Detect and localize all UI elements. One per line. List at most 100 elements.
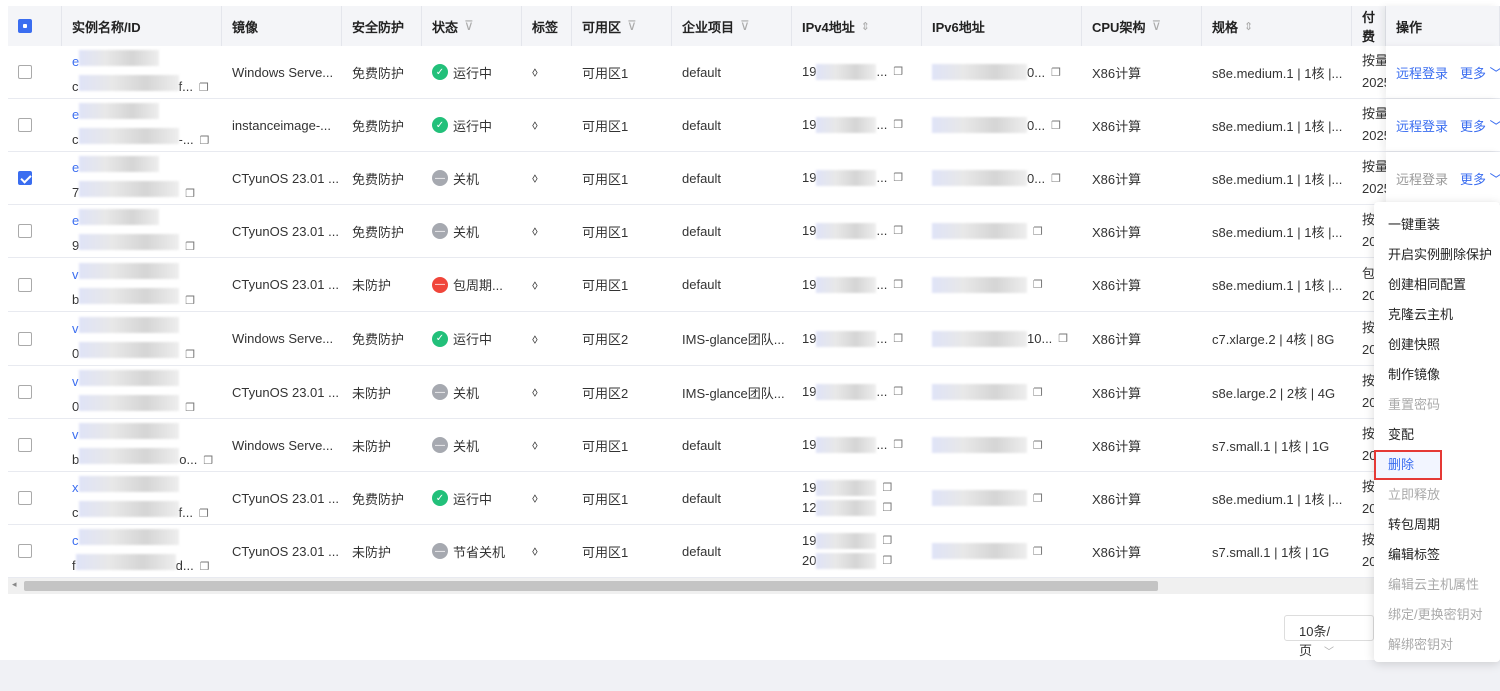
copy-icon[interactable]: ❐ <box>185 188 195 200</box>
instance-name-link[interactable]: e <box>72 50 160 69</box>
copy-icon[interactable]: ❐ <box>893 382 903 402</box>
tag-icon[interactable]: ⬨ <box>532 437 538 453</box>
tag-icon[interactable]: ⬨ <box>532 543 538 559</box>
row-checkbox[interactable] <box>18 385 32 399</box>
column-header[interactable]: 付费 <box>1352 6 1386 46</box>
filter-icon[interactable]: ⊽ <box>740 18 750 34</box>
copy-icon[interactable]: ❐ <box>1051 66 1061 79</box>
more-dropdown[interactable]: 更多 ﹀ <box>1460 169 1500 188</box>
column-header[interactable]: CPU架构 ⊽ <box>1082 6 1202 46</box>
instance-name-link[interactable]: v <box>72 370 179 389</box>
more-label[interactable]: 更多 <box>1460 66 1486 81</box>
more-dropdown[interactable]: 更多 ﹀ <box>1460 116 1500 135</box>
copy-icon[interactable]: ❐ <box>199 508 209 520</box>
copy-icon[interactable]: ❐ <box>1033 439 1043 452</box>
filter-icon[interactable]: ⊽ <box>1151 18 1161 34</box>
copy-icon[interactable]: ❐ <box>893 62 903 82</box>
column-header[interactable]: 可用区 ⊽ <box>572 6 672 46</box>
row-checkbox[interactable] <box>18 224 32 238</box>
column-header[interactable]: 操作 <box>1386 6 1500 46</box>
row-checkbox[interactable] <box>18 277 32 292</box>
instance-name-link[interactable]: x <box>72 476 179 495</box>
copy-icon[interactable]: ❐ <box>893 168 903 188</box>
copy-icon[interactable]: ❐ <box>185 349 195 361</box>
copy-icon[interactable]: ❐ <box>1033 386 1043 399</box>
tag-icon[interactable]: ⬨ <box>532 490 538 506</box>
column-header[interactable]: 状态 ⊽ <box>422 6 522 46</box>
instance-name[interactable]: e <box>72 107 79 122</box>
select-all-checkbox[interactable] <box>18 19 32 33</box>
copy-icon[interactable]: ❐ <box>185 402 195 414</box>
column-header[interactable]: IPv4地址 ⇕ <box>792 6 922 46</box>
row-checkbox[interactable] <box>18 544 32 558</box>
copy-icon[interactable]: ❐ <box>1033 225 1043 238</box>
copy-icon[interactable]: ❐ <box>1051 119 1061 132</box>
filter-icon[interactable]: ⊽ <box>627 18 637 34</box>
copy-icon[interactable]: ❐ <box>185 241 195 253</box>
row-checkbox[interactable] <box>18 65 32 79</box>
copy-icon[interactable]: ❐ <box>882 531 892 551</box>
sort-icon[interactable]: ⇕ <box>861 20 870 33</box>
scrollbar-thumb[interactable] <box>24 581 1158 591</box>
menu-item[interactable]: 编辑标签 <box>1374 540 1500 570</box>
row-checkbox[interactable] <box>18 171 32 185</box>
menu-item[interactable]: 变配 <box>1374 420 1500 450</box>
instance-name-link[interactable]: e <box>72 156 160 175</box>
copy-icon[interactable]: ❐ <box>1033 278 1043 291</box>
tag-icon[interactable]: ⬨ <box>532 117 538 133</box>
instance-name-link[interactable]: c <box>72 529 179 548</box>
row-checkbox[interactable] <box>18 491 32 505</box>
row-checkbox[interactable] <box>18 118 32 132</box>
tag-icon[interactable]: ⬨ <box>532 277 538 293</box>
copy-icon[interactable]: ❐ <box>199 82 209 94</box>
instance-name-link[interactable]: e <box>72 103 160 122</box>
copy-icon[interactable]: ❐ <box>203 455 213 467</box>
column-header[interactable]: 安全防护 <box>342 6 422 46</box>
copy-icon[interactable]: ❐ <box>185 295 195 307</box>
copy-icon[interactable]: ❐ <box>893 221 903 241</box>
column-header[interactable]: 镜像 <box>222 6 342 46</box>
instance-name-link[interactable]: v <box>72 316 179 336</box>
column-header[interactable]: IPv6地址 <box>922 6 1082 46</box>
menu-item[interactable]: 制作镜像 <box>1374 360 1500 390</box>
column-header[interactable]: 规格 ⇕ <box>1202 6 1352 46</box>
copy-icon[interactable]: ❐ <box>882 551 892 571</box>
copy-icon[interactable]: ❐ <box>893 115 903 135</box>
copy-icon[interactable]: ❐ <box>1033 545 1043 558</box>
menu-item[interactable]: 转包周期 <box>1374 510 1500 540</box>
tag-icon[interactable]: ⬨ <box>532 384 538 400</box>
copy-icon[interactable]: ❐ <box>893 435 903 455</box>
instance-name-link[interactable]: v <box>72 423 179 442</box>
menu-item[interactable]: 克隆云主机 <box>1374 300 1500 330</box>
instance-name[interactable]: e <box>72 160 79 175</box>
select-all-cell[interactable] <box>8 6 62 46</box>
sort-icon[interactable]: ⇕ <box>1244 20 1253 33</box>
instance-name-link[interactable]: e <box>72 209 160 228</box>
menu-item[interactable]: 创建相同配置 <box>1374 270 1500 300</box>
more-label[interactable]: 更多 <box>1460 119 1486 134</box>
copy-icon[interactable]: ❐ <box>882 478 892 498</box>
page-size-select[interactable]: 10条/页 ﹀ <box>1284 615 1374 658</box>
copy-icon[interactable]: ❐ <box>1051 172 1061 185</box>
filter-icon[interactable]: ⊽ <box>464 18 474 34</box>
horizontal-scrollbar[interactable]: ◂ <box>8 578 1500 594</box>
row-checkbox[interactable] <box>18 438 32 452</box>
menu-item[interactable]: 一键重装 <box>1374 210 1500 240</box>
copy-icon[interactable]: ❐ <box>893 329 903 349</box>
more-label[interactable]: 更多 <box>1460 172 1486 187</box>
tag-icon[interactable]: ⬨ <box>532 64 538 80</box>
instance-name-link[interactable]: v <box>72 262 179 282</box>
copy-icon[interactable]: ❐ <box>893 275 903 295</box>
more-dropdown[interactable]: 更多 ﹀ <box>1460 63 1500 82</box>
copy-icon[interactable]: ❐ <box>200 561 210 573</box>
instance-name[interactable]: e <box>72 54 79 69</box>
tag-icon[interactable]: ⬨ <box>532 331 538 347</box>
remote-login-link[interactable]: 远程登录 <box>1396 63 1448 82</box>
column-header[interactable]: 标签 <box>522 6 572 46</box>
column-header[interactable]: 企业项目 ⊽ <box>672 6 792 46</box>
copy-icon[interactable]: ❐ <box>882 498 892 518</box>
copy-icon[interactable]: ❐ <box>1058 332 1068 345</box>
instance-name[interactable]: e <box>72 213 79 228</box>
tag-icon[interactable]: ⬨ <box>532 223 538 239</box>
copy-icon[interactable]: ❐ <box>1033 492 1043 505</box>
